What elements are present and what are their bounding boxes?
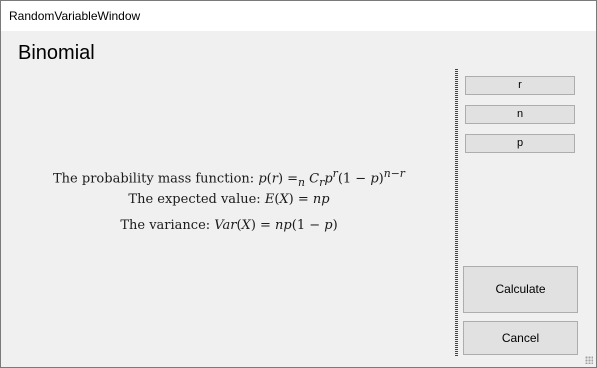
pmf-label: The probability mass function: bbox=[53, 171, 259, 187]
r-button[interactable]: r bbox=[465, 76, 575, 95]
p-button[interactable]: p bbox=[465, 134, 575, 153]
calculate-button[interactable]: Calculate bbox=[463, 266, 578, 313]
distribution-heading: Binomial bbox=[18, 42, 95, 64]
formula-panel: The probability mass function: p(r) =n C… bbox=[9, 161, 449, 239]
panel-splitter[interactable] bbox=[455, 69, 458, 356]
variance-label: The variance: bbox=[120, 218, 215, 233]
expected-value-label: The expected value: bbox=[128, 192, 265, 207]
cancel-button[interactable]: Cancel bbox=[463, 321, 578, 355]
random-variable-window: RandomVariableWindow Binomial The probab… bbox=[0, 0, 597, 368]
title-bar[interactable]: RandomVariableWindow bbox=[1, 1, 596, 31]
n-button[interactable]: n bbox=[465, 105, 575, 124]
pmf-formula: The probability mass function: p(r) =n C… bbox=[53, 167, 405, 189]
resize-grip-icon[interactable] bbox=[585, 356, 593, 364]
expected-value-formula: The expected value: E(X) = np bbox=[128, 192, 330, 207]
window-title: RandomVariableWindow bbox=[9, 9, 141, 23]
variance-formula: The variance: Var(X) = np(1 − p) bbox=[120, 218, 338, 233]
